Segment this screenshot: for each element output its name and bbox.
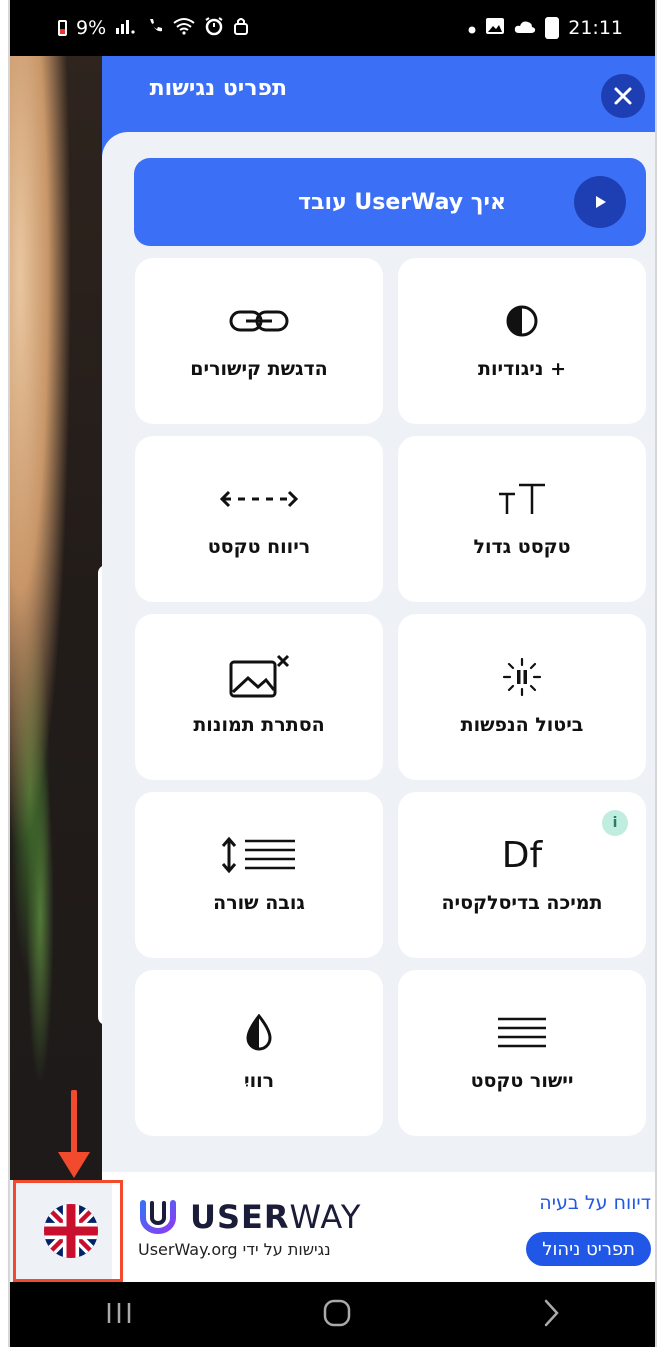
card-text-spacing[interactable]: ריווח טקסט <box>135 436 383 602</box>
play-icon <box>574 176 626 228</box>
close-button[interactable] <box>601 74 645 118</box>
card-highlight-links[interactable]: הדגשת קישורים <box>135 258 383 424</box>
saturation-icon <box>244 1014 274 1052</box>
close-icon <box>614 87 632 105</box>
userway-logo-text: USERWAY <box>190 1198 362 1236</box>
panel-title: תפריט נגישות <box>149 76 287 101</box>
battery-icon <box>545 17 560 39</box>
panel-footer: USERWAY UserWay.org נגישות על ידי דיווח … <box>102 1172 655 1282</box>
hide-images-icon <box>228 654 290 698</box>
pause-animation-icon <box>502 657 542 697</box>
card-label: גובה שורה <box>213 892 305 914</box>
card-label: ריווח טקסט <box>207 536 311 558</box>
highlight-box <box>13 1180 123 1282</box>
userway-logo[interactable]: USERWAY <box>138 1198 361 1236</box>
panel-body: איך UserWay עובד + ניגודיות הדגשת קישורי… <box>102 132 655 1172</box>
card-label: הדגשת קישורים <box>190 358 328 380</box>
how-userway-works-label: איך UserWay עובד <box>298 189 506 215</box>
accessibility-panel: תפריט נגישות איך UserWay עובד + ניגודיות <box>102 56 655 1282</box>
recent-apps-button[interactable] <box>104 1300 134 1330</box>
phone-screen: 9% 21:11 תפריט נגישות איך UserWay עובד +… <box>8 0 657 1347</box>
card-label: טקסט גדול <box>473 536 571 558</box>
call-icon <box>146 17 164 40</box>
card-label: תמיכה בדיסלקסיה <box>441 892 603 914</box>
line-height-icon <box>221 836 297 874</box>
card-label: רוויִ <box>243 1070 275 1092</box>
annotation-arrow-icon <box>58 1090 90 1178</box>
panel-header: תפריט נגישות <box>102 56 655 132</box>
back-button[interactable] <box>541 1298 561 1332</box>
lock-icon <box>233 17 249 40</box>
card-label: הסתרת תמונות <box>193 714 325 736</box>
userway-logo-icon <box>140 1200 176 1234</box>
battery-low-icon <box>58 20 67 36</box>
android-nav-bar <box>10 1282 655 1347</box>
signal-icon <box>115 17 137 39</box>
card-contrast[interactable]: + ניגודיות <box>398 258 646 424</box>
status-bar: 9% 21:11 <box>10 0 655 56</box>
contrast-icon <box>505 302 539 340</box>
text-size-icon <box>497 480 547 518</box>
report-problem-link[interactable]: דיווח על בעיה <box>539 1192 651 1214</box>
link-icon <box>228 302 290 340</box>
wifi-icon <box>173 17 195 40</box>
card-stop-animations[interactable]: ביטול הנפשות <box>398 614 646 780</box>
gallery-icon <box>485 17 505 40</box>
card-saturation[interactable]: רוויִ <box>135 970 383 1136</box>
card-text-align[interactable]: יישור טקסט <box>398 970 646 1136</box>
text-spacing-icon <box>220 480 298 518</box>
status-right: 21:11 <box>468 17 623 40</box>
battery-percent: 9% <box>76 17 107 39</box>
card-line-height[interactable]: גובה שורה <box>135 792 383 958</box>
clock: 21:11 <box>568 17 623 39</box>
how-userway-works-button[interactable]: איך UserWay עובד <box>134 158 646 246</box>
card-label: + ניגודיות <box>478 358 567 380</box>
card-label: יישור טקסט <box>470 1070 574 1092</box>
footer-credit[interactable]: UserWay.org נגישות על ידי <box>138 1240 331 1259</box>
alarm-icon <box>204 16 224 41</box>
card-label: ביטול הנפשות <box>460 714 584 736</box>
card-dyslexia-friendly[interactable]: i Df תמיכה בדיסלקסיה <box>398 792 646 958</box>
status-left: 9% <box>58 16 249 41</box>
dot-icon <box>468 17 476 39</box>
info-badge[interactable]: i <box>602 810 628 836</box>
dyslexia-icon: Df <box>501 834 543 876</box>
cloud-icon <box>514 17 536 39</box>
text-align-icon <box>496 1014 548 1052</box>
manage-menu-button[interactable]: תפריט ניהול <box>526 1232 651 1266</box>
card-large-text[interactable]: טקסט גדול <box>398 436 646 602</box>
card-hide-images[interactable]: הסתרת תמונות <box>135 614 383 780</box>
home-button[interactable] <box>321 1297 353 1333</box>
